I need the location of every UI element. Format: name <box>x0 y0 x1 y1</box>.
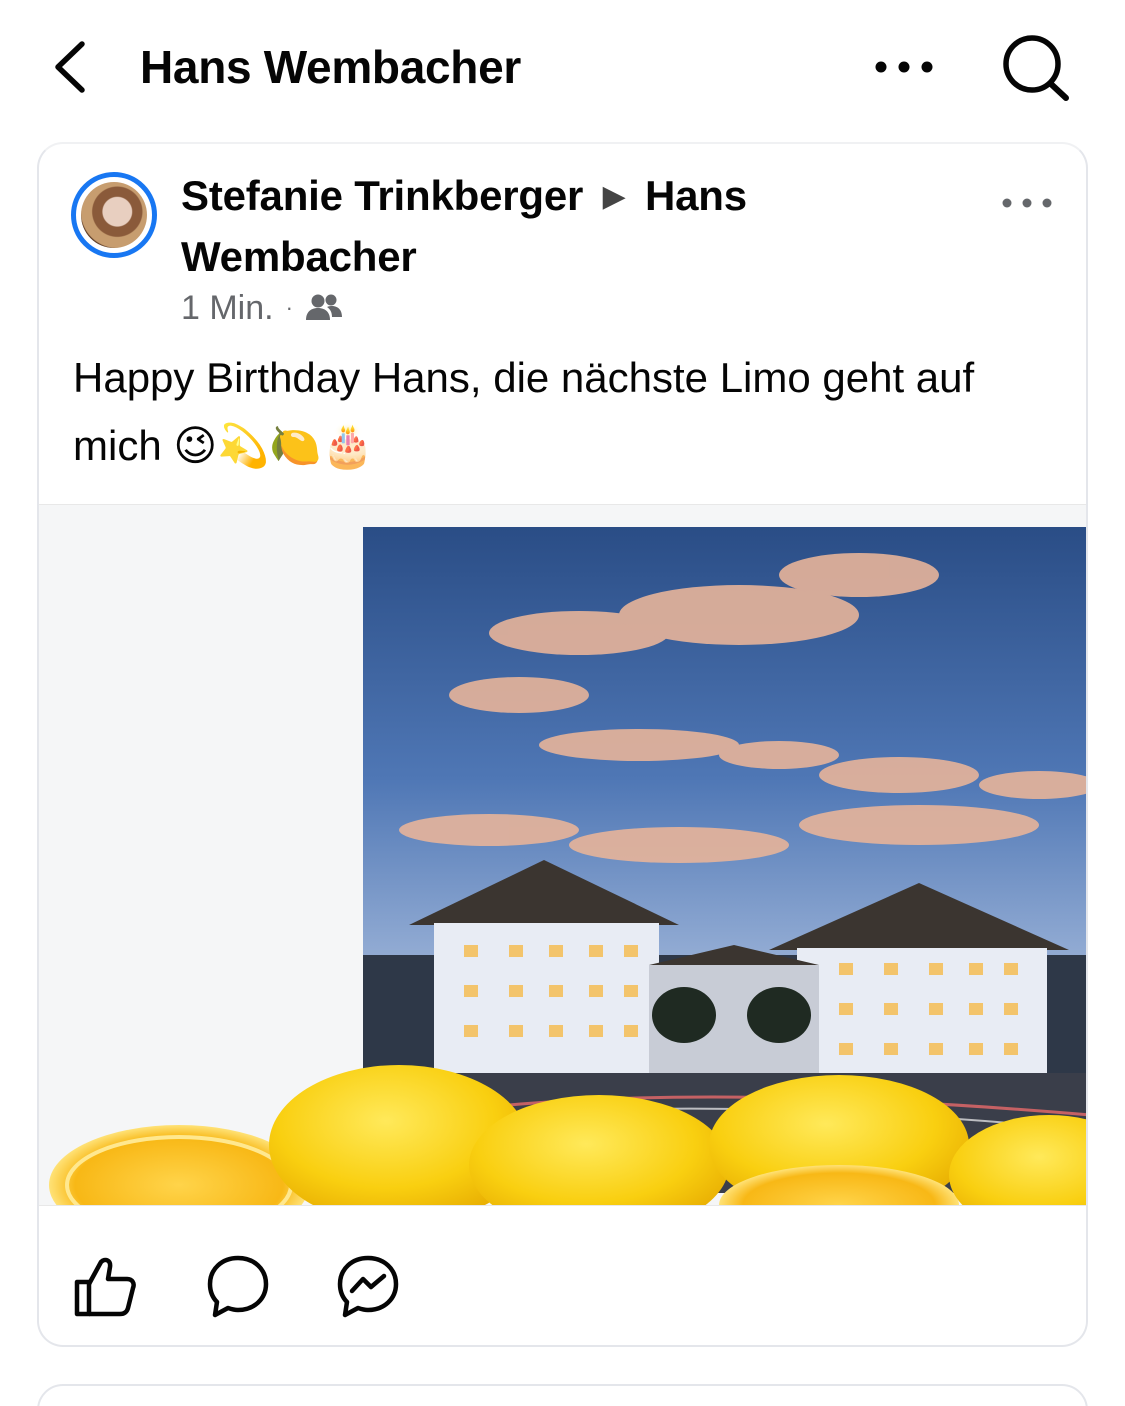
post-text: Happy Birthday Hans, die nächste Limo ge… <box>73 354 975 469</box>
post-timestamp[interactable]: 1 Min. <box>181 288 274 328</box>
avatar-image <box>81 182 147 248</box>
hotel-lemons-image <box>49 527 1086 1205</box>
author-avatar[interactable] <box>71 172 157 258</box>
post-card: Stefanie Trinkberger ▶ Hans Wembacher 1 … <box>37 142 1088 1347</box>
like-button[interactable] <box>71 1252 141 1322</box>
more-horizontal-icon <box>1002 198 1052 208</box>
messenger-icon <box>337 1255 399 1318</box>
meta-dot: · <box>285 295 293 320</box>
more-options-button[interactable] <box>866 44 942 90</box>
next-post-card <box>37 1384 1088 1406</box>
friends-icon <box>305 294 342 320</box>
share-messenger-button[interactable] <box>333 1252 403 1322</box>
page-title: Hans Wembacher <box>140 41 521 93</box>
post-actions <box>39 1224 1086 1344</box>
chevron-left-icon <box>55 41 85 93</box>
search-button[interactable] <box>996 30 1076 106</box>
top-bar: Hans Wembacher <box>0 0 1125 130</box>
search-icon <box>1003 35 1069 101</box>
arrow-right-icon: ▶ <box>602 180 626 213</box>
post-photo[interactable] <box>39 504 1086 1206</box>
author-name[interactable]: Stefanie Trinkberger <box>181 172 583 219</box>
thumbs-up-icon <box>74 1257 136 1317</box>
comment-icon <box>207 1255 269 1318</box>
post-header-names: Stefanie Trinkberger ▶ Hans Wembacher <box>181 166 881 287</box>
post-more-button[interactable] <box>997 190 1057 216</box>
more-horizontal-icon <box>875 61 933 73</box>
comment-button[interactable] <box>203 1252 273 1322</box>
post-meta: 1 Min. · <box>181 288 343 328</box>
back-button[interactable] <box>44 36 100 98</box>
